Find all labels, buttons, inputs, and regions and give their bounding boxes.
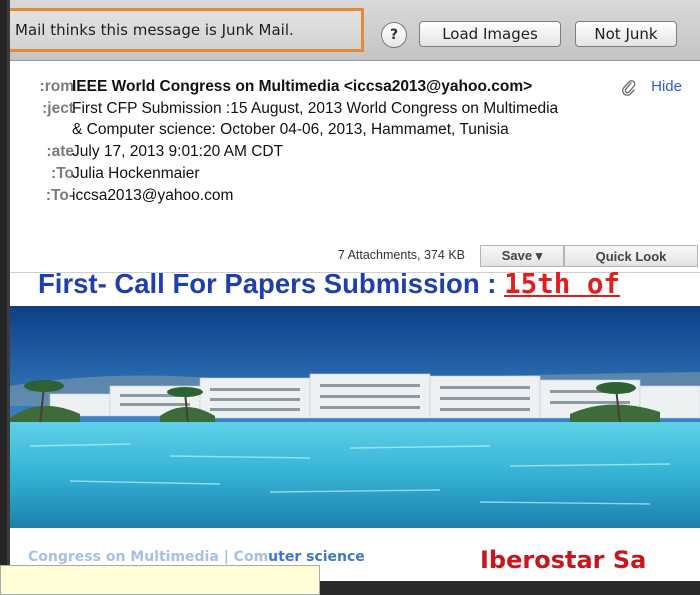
reply-to-value[interactable]: iccsa2013@yahoo.com xyxy=(72,187,233,205)
to-value[interactable]: Julia Hockenmaier xyxy=(72,165,200,183)
reply-to-label: -To: xyxy=(45,187,74,204)
paperclip-icon xyxy=(622,80,636,101)
congress-subtitle-faded: Congress on Multimedia | Com xyxy=(28,549,269,565)
attachments-bar: 7 Attachments, 374 KB Save ▾ Quick Look xyxy=(10,243,700,269)
reply-to-row: -To: iccsa2013@yahoo.com xyxy=(10,187,700,209)
subject-row-2: & Computer science: October 04-06, 2013,… xyxy=(10,121,700,143)
cfp-heading: First- Call For Papers Submission : 15th… xyxy=(38,268,620,300)
cfp-heading-text: First- Call For Papers Submission : xyxy=(38,268,505,299)
to-label: To: xyxy=(51,165,74,182)
from-value[interactable]: IEEE World Congress on Multimedia <iccsa… xyxy=(72,78,532,96)
mail-message-window: Mail thinks this message is Junk Mail. ?… xyxy=(10,0,700,581)
cfp-heading-date: 15th of xyxy=(504,268,620,300)
load-images-button[interactable]: Load Images xyxy=(419,21,561,47)
tooltip-box xyxy=(0,565,320,595)
to-row: To: Julia Hockenmaier xyxy=(10,165,700,187)
date-label: ate: xyxy=(46,143,74,160)
help-icon[interactable]: ? xyxy=(381,22,407,48)
save-attachments-button[interactable]: Save ▾ xyxy=(480,245,564,267)
venue-heading: Iberostar Sa xyxy=(480,546,647,574)
from-row: rom: IEEE World Congress on Multimedia <… xyxy=(10,78,700,100)
hide-headers-link[interactable]: Hide xyxy=(651,78,682,95)
subject-row: ject: First CFP Submission :15 August, 2… xyxy=(10,100,700,122)
date-value: July 17, 2013 9:01:20 AM CDT xyxy=(72,143,284,160)
subject-label: ject: xyxy=(42,100,74,117)
window-left-edge xyxy=(0,0,10,581)
attachments-info: 7 Attachments, 374 KB xyxy=(337,248,465,262)
quick-look-button[interactable]: Quick Look xyxy=(564,245,698,267)
congress-subtitle-text: uter science xyxy=(268,549,365,565)
not-junk-button[interactable]: Not Junk xyxy=(575,21,677,47)
junk-mail-message: Mail thinks this message is Junk Mail. xyxy=(10,8,364,52)
congress-subtitle: Congress on Multimedia | Comuter science xyxy=(28,549,365,565)
subject-line-1: First CFP Submission :15 August, 2013 Wo… xyxy=(72,100,559,117)
from-label: rom: xyxy=(39,78,74,95)
junk-mail-bar: Mail thinks this message is Junk Mail. ?… xyxy=(10,0,700,61)
resort-photo xyxy=(10,306,700,528)
subject-line-2: & Computer science: October 04-06, 2013,… xyxy=(72,121,509,138)
date-row: ate: July 17, 2013 9:01:20 AM CDT xyxy=(10,143,700,165)
